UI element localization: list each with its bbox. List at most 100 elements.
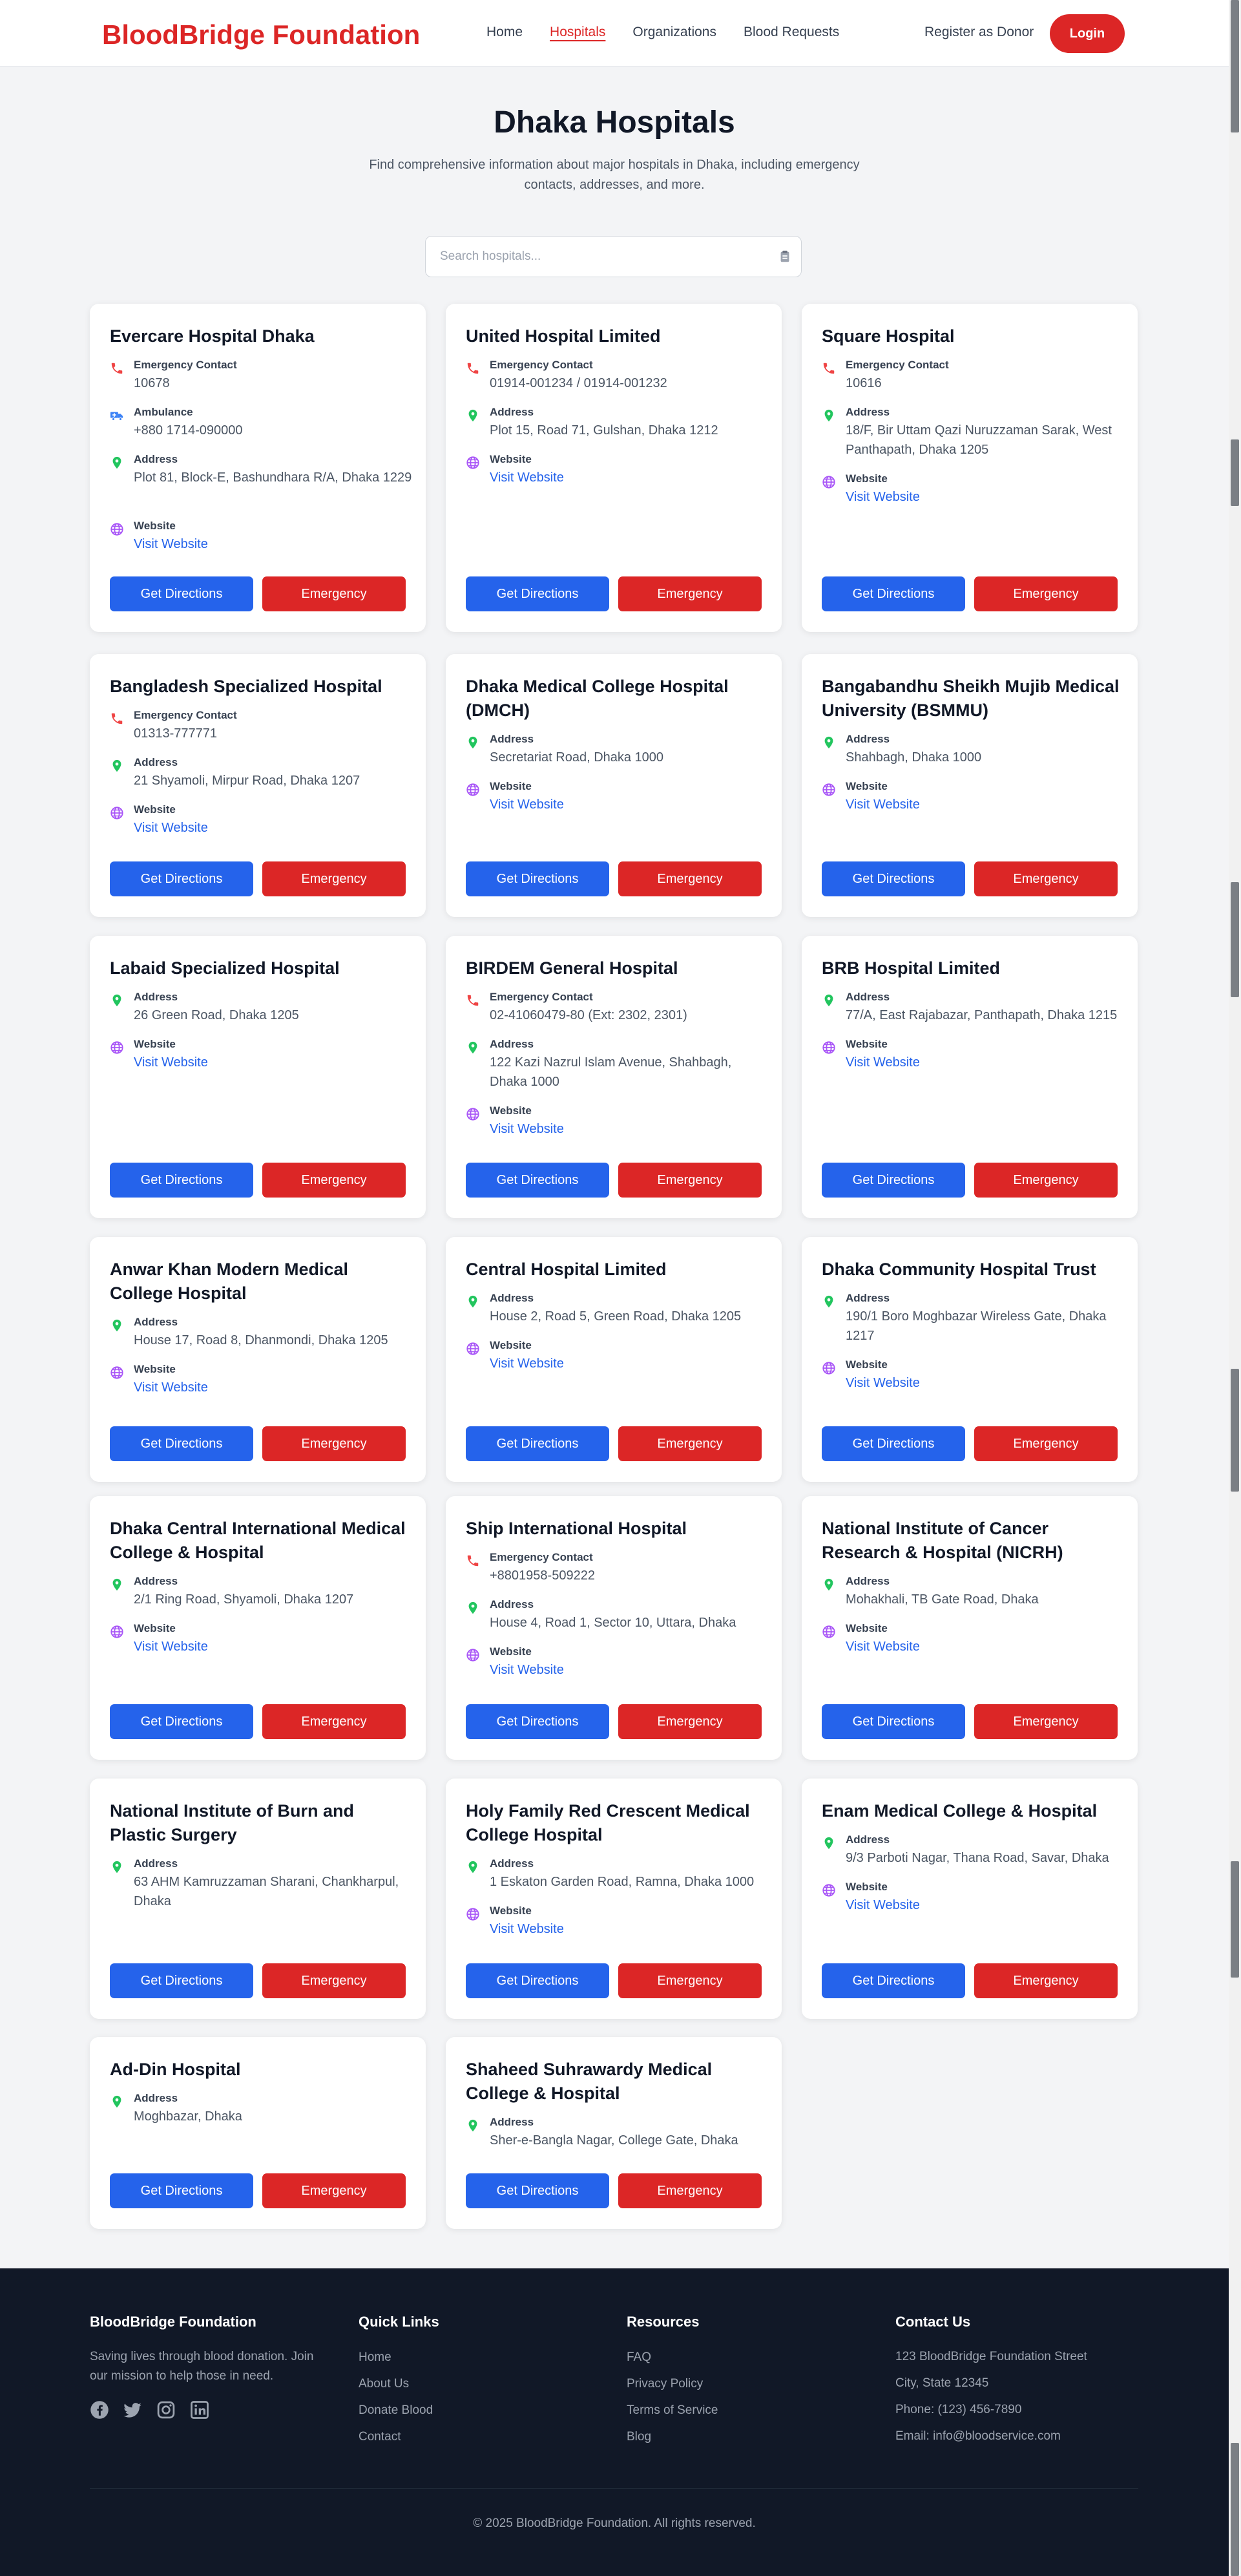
visit-website-link[interactable]: Visit Website (846, 1637, 1127, 1656)
get-directions-button[interactable]: Get Directions (110, 1704, 253, 1739)
nav-hospitals[interactable]: Hospitals (550, 25, 605, 40)
get-directions-button[interactable]: Get Directions (822, 1163, 965, 1198)
visit-website-link[interactable]: Visit Website (134, 1637, 415, 1656)
emergency-button[interactable]: Emergency (262, 1426, 406, 1461)
instagram-icon[interactable] (156, 2400, 176, 2420)
emergency-button[interactable]: Emergency (618, 576, 762, 611)
get-directions-button[interactable]: Get Directions (110, 1963, 253, 1998)
globe-icon (110, 1625, 123, 1638)
get-directions-button[interactable]: Get Directions (822, 1426, 965, 1461)
visit-website-link[interactable]: Visit Website (846, 1895, 1127, 1915)
get-directions-button[interactable]: Get Directions (466, 861, 609, 896)
visit-website-link[interactable]: Visit Website (846, 487, 1127, 507)
scrollbar[interactable] (1229, 0, 1241, 2576)
footer-link-home[interactable]: Home (359, 2350, 391, 2365)
scrollbar-thumb (1231, 439, 1239, 506)
twitter-icon[interactable] (123, 2400, 142, 2420)
emergency-button[interactable]: Emergency (618, 1163, 762, 1198)
get-directions-button[interactable]: Get Directions (822, 1963, 965, 1998)
emergency-button[interactable]: Emergency (618, 1704, 762, 1739)
field-label: Website (846, 1038, 888, 1050)
emergency-button[interactable]: Emergency (974, 1963, 1118, 1998)
address: Address Moghbazar, Dhaka (110, 2092, 413, 2131)
visit-website-link[interactable]: Visit Website (134, 818, 415, 838)
emergency-button[interactable]: Emergency (262, 576, 406, 611)
brand-logo[interactable]: BloodBridge Foundation (102, 19, 420, 50)
visit-website-link[interactable]: Visit Website (490, 1119, 771, 1139)
field-label: Address (134, 756, 178, 768)
footer-link-privacy[interactable]: Privacy Policy (627, 2377, 703, 2391)
address: Address 21 Shyamoli, Mirpur Road, Dhaka 1… (110, 756, 413, 795)
pin-icon (468, 409, 477, 422)
get-directions-button[interactable]: Get Directions (822, 861, 965, 896)
visit-website-link[interactable]: Visit Website (490, 1354, 771, 1373)
get-directions-button[interactable]: Get Directions (110, 2173, 253, 2208)
visit-website-link[interactable]: Visit Website (134, 534, 415, 554)
field-label: Website (134, 1622, 176, 1634)
emergency-button[interactable]: Emergency (974, 576, 1118, 611)
field-value: House 17, Road 8, Dhanmondi, Dhaka 1205 (134, 1333, 388, 1347)
footer-link-about[interactable]: About Us (359, 2377, 409, 2391)
hospital-card: Labaid Specialized Hospital Address 26 Gre… (90, 936, 426, 1218)
emergency-button[interactable]: Emergency (974, 1426, 1118, 1461)
get-directions-button[interactable]: Get Directions (110, 576, 253, 611)
footer-link-donate[interactable]: Donate Blood (359, 2403, 433, 2418)
visit-website-link[interactable]: Visit Website (490, 795, 771, 814)
website: Website Visit Website (466, 1645, 769, 1684)
visit-website-link[interactable]: Visit Website (134, 1053, 415, 1072)
field-value: House 4, Road 1, Sector 10, Uttara, Dhak… (490, 1616, 736, 1630)
get-directions-button[interactable]: Get Directions (110, 1426, 253, 1461)
get-directions-button[interactable]: Get Directions (110, 1163, 253, 1198)
emergency-button[interactable]: Emergency (618, 1426, 762, 1461)
address: Address 77/A, East Rajabazar, Panthapath,… (822, 991, 1125, 1029)
emergency-button[interactable]: Emergency (262, 1963, 406, 1998)
visit-website-link[interactable]: Visit Website (134, 1378, 415, 1397)
visit-website-link[interactable]: Visit Website (490, 468, 771, 487)
get-directions-button[interactable]: Get Directions (110, 861, 253, 896)
emergency-button[interactable]: Emergency (618, 1963, 762, 1998)
get-directions-button[interactable]: Get Directions (466, 1426, 609, 1461)
emergency-button[interactable]: Emergency (618, 2173, 762, 2208)
scrollbar-thumb[interactable] (1231, 0, 1239, 132)
nav-organizations[interactable]: Organizations (632, 25, 716, 40)
visit-website-link[interactable]: Visit Website (846, 1053, 1127, 1072)
emergency-button[interactable]: Emergency (262, 861, 406, 896)
register-donor-link[interactable]: Register as Donor (924, 25, 1034, 40)
emergency-button[interactable]: Emergency (262, 1163, 406, 1198)
get-directions-button[interactable]: Get Directions (822, 1704, 965, 1739)
visit-website-link[interactable]: Visit Website (490, 1919, 771, 1939)
visit-website-link[interactable]: Visit Website (490, 1660, 771, 1680)
phone-icon (823, 363, 835, 374)
field-value: Secretariat Road, Dhaka 1000 (490, 750, 664, 765)
footer-link-blog[interactable]: Blog (627, 2430, 651, 2444)
emergency-button[interactable]: Emergency (974, 1704, 1118, 1739)
nav-blood-requests[interactable]: Blood Requests (744, 25, 839, 40)
get-directions-button[interactable]: Get Directions (466, 1163, 609, 1198)
get-directions-button[interactable]: Get Directions (466, 576, 609, 611)
get-directions-button[interactable]: Get Directions (466, 2173, 609, 2208)
emergency-button[interactable]: Emergency (262, 1704, 406, 1739)
address: Address Plot 15, Road 71, Gulshan, Dhaka … (466, 406, 769, 445)
login-button[interactable]: Login (1050, 14, 1125, 53)
footer-link-terms[interactable]: Terms of Service (627, 2403, 718, 2418)
facebook-icon[interactable] (90, 2400, 109, 2420)
field-label: Website (846, 780, 888, 792)
visit-website-link[interactable]: Visit Website (846, 1373, 1127, 1393)
emergency-button[interactable]: Emergency (974, 861, 1118, 896)
ambulance-contact: Ambulance +880 1714-090000 (110, 406, 413, 445)
emergency-button[interactable]: Emergency (618, 861, 762, 896)
search-icon[interactable] (778, 249, 792, 264)
address: Address 122 Kazi Nazrul Islam Avenue, Sha… (466, 1038, 769, 1089)
get-directions-button[interactable]: Get Directions (822, 576, 965, 611)
hospital-card: BRB Hospital Limited Address 77/A, East Ra… (802, 936, 1138, 1218)
nav-home[interactable]: Home (486, 25, 523, 40)
emergency-button[interactable]: Emergency (974, 1163, 1118, 1198)
get-directions-button[interactable]: Get Directions (466, 1704, 609, 1739)
get-directions-button[interactable]: Get Directions (466, 1963, 609, 1998)
emergency-button[interactable]: Emergency (262, 2173, 406, 2208)
footer-link-faq[interactable]: FAQ (627, 2350, 651, 2365)
search-input[interactable] (440, 237, 763, 277)
visit-website-link[interactable]: Visit Website (846, 795, 1127, 814)
footer-link-contact[interactable]: Contact (359, 2430, 401, 2444)
linkedin-icon[interactable] (190, 2400, 209, 2420)
